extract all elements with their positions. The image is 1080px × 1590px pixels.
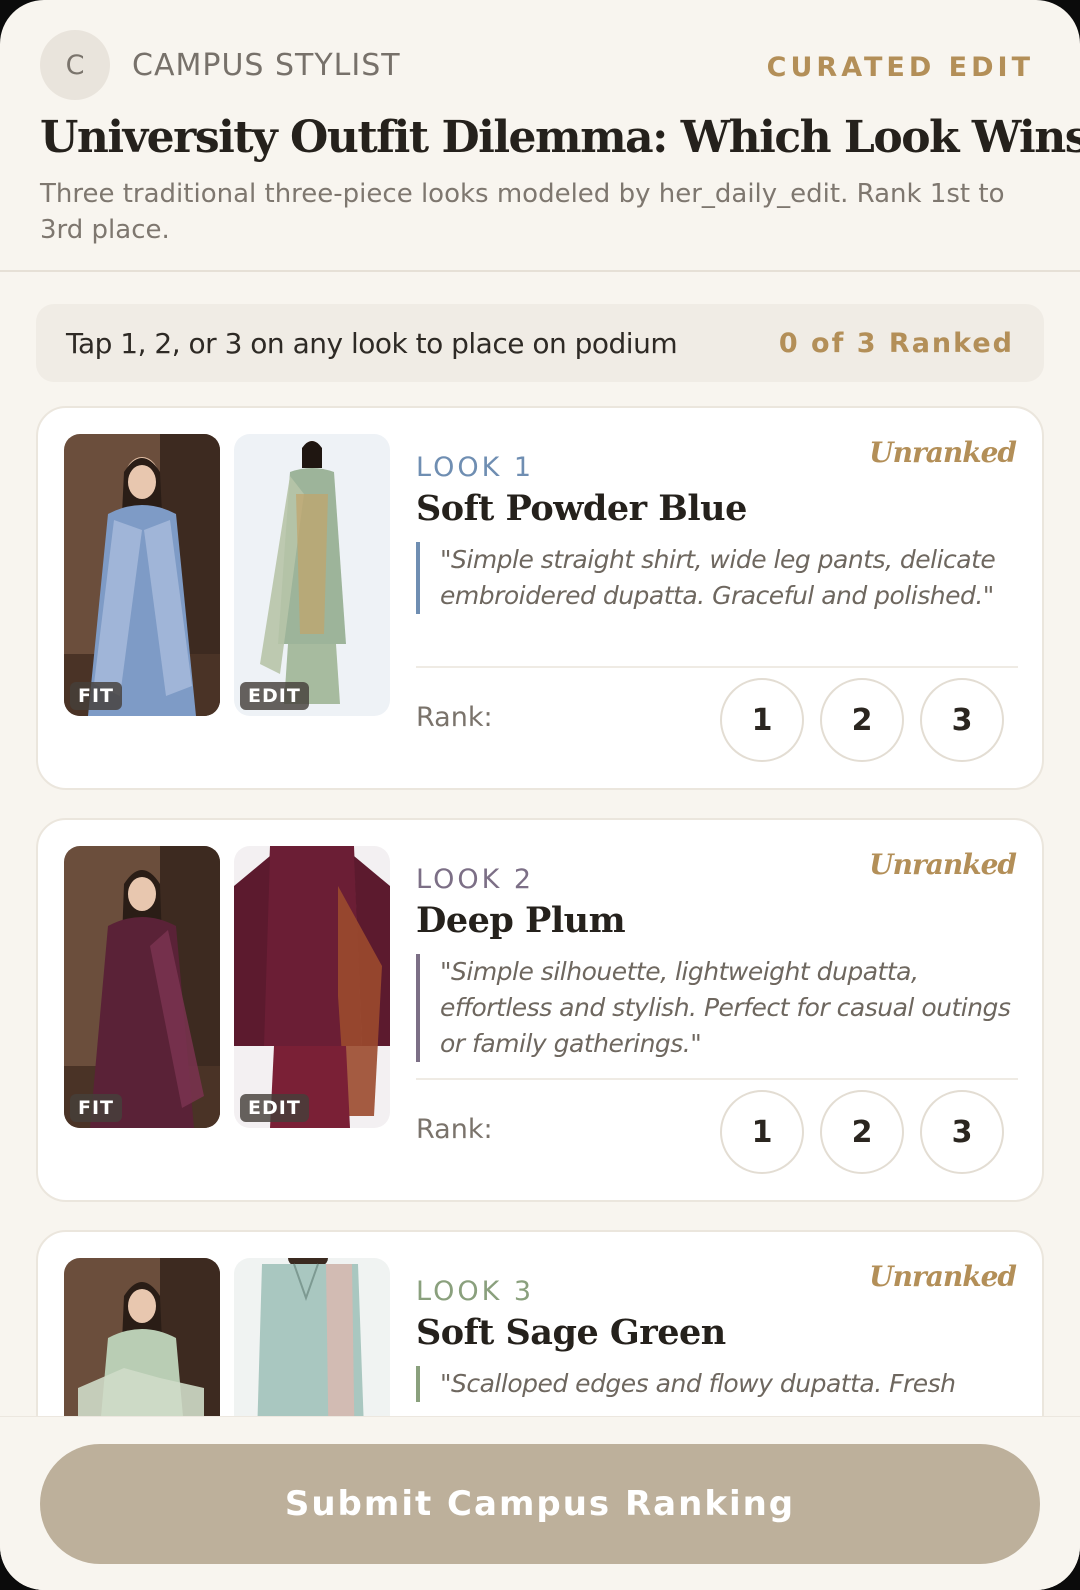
- fit-photo-1[interactable]: FIT: [64, 434, 220, 716]
- look-card-1: FIT EDIT LOOK 1 Unranked Soft Powder Blu…: [36, 406, 1044, 790]
- rank-status: Unranked: [869, 1260, 1017, 1293]
- look-number: LOOK 3: [416, 1276, 535, 1307]
- rank-2-button[interactable]: 2: [820, 1090, 904, 1174]
- divider: [416, 666, 1018, 668]
- edit-photo-2[interactable]: EDIT: [234, 846, 390, 1128]
- rank-label: Rank:: [416, 702, 493, 733]
- look-number: LOOK 1: [416, 452, 535, 483]
- look-quote: "Simple silhouette, lightweight dupatta,…: [416, 954, 1016, 1062]
- app-frame: C CAMPUS STYLIST CURATED EDIT University…: [0, 0, 1080, 1590]
- edit-tag: EDIT: [240, 1094, 309, 1122]
- ranked-count: 0 of 3 Ranked: [778, 327, 1014, 359]
- edit-photo-1[interactable]: EDIT: [234, 434, 390, 716]
- edit-tag: EDIT: [240, 682, 309, 710]
- rank-status: Unranked: [869, 436, 1017, 469]
- look-quote: "Simple straight shirt, wide leg pants, …: [416, 542, 1016, 614]
- divider: [416, 1078, 1018, 1080]
- page-subtitle: Three traditional three-piece looks mode…: [40, 179, 1005, 245]
- rank-2-button[interactable]: 2: [820, 678, 904, 762]
- rank-1-button[interactable]: 1: [720, 1090, 804, 1174]
- rank-3-button[interactable]: 3: [920, 678, 1004, 762]
- rank-label: Rank:: [416, 1114, 493, 1145]
- rank-status: Unranked: [869, 848, 1017, 881]
- header: C CAMPUS STYLIST CURATED EDIT University…: [0, 0, 1080, 272]
- look-name: Soft Sage Green: [416, 1312, 726, 1353]
- look-number: LOOK 2: [416, 864, 535, 895]
- rank-1-button[interactable]: 1: [720, 678, 804, 762]
- submit-ranking-button[interactable]: Submit Campus Ranking: [40, 1444, 1040, 1564]
- look-card-2: FIT EDIT LOOK 2 Unranked Deep Plum "Simp…: [36, 818, 1044, 1202]
- instruction-bar: Tap 1, 2, or 3 on any look to place on p…: [36, 304, 1044, 382]
- look-name: Soft Powder Blue: [416, 488, 747, 529]
- fit-tag: FIT: [70, 682, 123, 710]
- look-quote: "Scalloped edges and flowy dupatta. Fres…: [416, 1366, 1016, 1402]
- page-title: University Outfit Dilemma: Which Look Wi…: [40, 112, 1080, 163]
- curated-badge: CURATED EDIT: [766, 52, 1034, 83]
- fit-tag: FIT: [70, 1094, 123, 1122]
- instruction-text: Tap 1, 2, or 3 on any look to place on p…: [66, 326, 678, 360]
- brand-name: CAMPUS STYLIST: [132, 48, 401, 83]
- fit-photo-2[interactable]: FIT: [64, 846, 220, 1128]
- look-name: Deep Plum: [416, 900, 626, 941]
- rank-3-button[interactable]: 3: [920, 1090, 1004, 1174]
- avatar[interactable]: C: [40, 30, 110, 100]
